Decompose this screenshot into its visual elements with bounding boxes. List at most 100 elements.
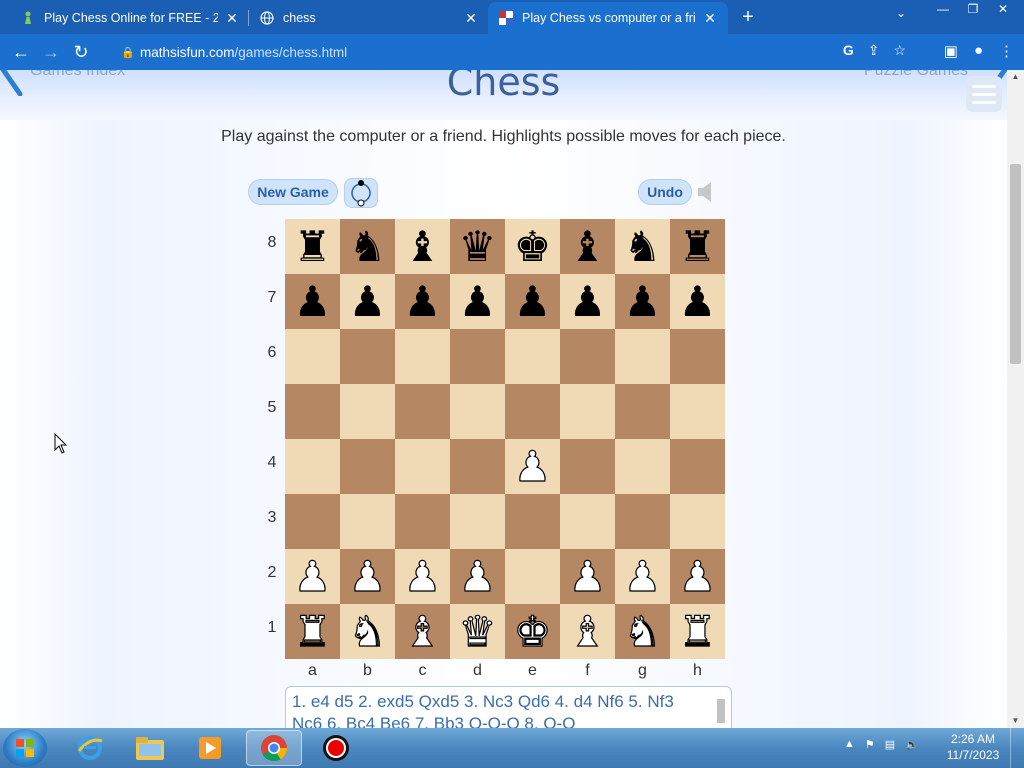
square-h1[interactable]: ♜	[670, 604, 725, 659]
google-icon[interactable]: G	[843, 42, 854, 59]
square-h5[interactable]	[670, 384, 725, 439]
address-bar[interactable]: 🔒 mathsisfun.com/games/chess.html G ⇪ ☆	[110, 39, 916, 65]
show-hidden-icons-icon[interactable]: ▲	[844, 738, 855, 751]
forward-arrow-icon[interactable]: →	[36, 42, 66, 63]
square-b7[interactable]: ♟	[340, 274, 395, 329]
media-player-taskbar-icon[interactable]	[182, 730, 238, 766]
square-a4[interactable]	[285, 439, 340, 494]
scroll-up-arrow-icon[interactable]: ▲	[1007, 70, 1024, 84]
square-g6[interactable]	[615, 329, 670, 384]
square-e2[interactable]	[505, 549, 560, 604]
puzzle-games-link[interactable]: Puzzle Games	[864, 70, 968, 80]
profile-avatar-icon[interactable]: ●	[974, 42, 983, 60]
black-pawn-piece[interactable]: ♟	[514, 280, 552, 323]
bookmark-star-icon[interactable]: ☆	[893, 42, 906, 59]
square-g7[interactable]: ♟	[615, 274, 670, 329]
square-c2[interactable]: ♟	[395, 549, 450, 604]
tab-search-chevron-icon[interactable]: ⌄	[896, 6, 906, 20]
reload-icon[interactable]: ↻	[66, 42, 96, 63]
square-g8[interactable]: ♞	[615, 219, 670, 274]
back-arrow-icon[interactable]: ←	[6, 42, 36, 63]
square-d4[interactable]	[450, 439, 505, 494]
square-d3[interactable]	[450, 494, 505, 549]
tab-play-chess-online[interactable]: Play Chess Online for FREE - 2 Pla ✕	[10, 2, 250, 34]
square-a1[interactable]: ♜	[285, 604, 340, 659]
black-rook-piece[interactable]: ♜	[679, 225, 717, 268]
black-pawn-piece[interactable]: ♟	[569, 280, 607, 323]
start-button[interactable]	[3, 729, 47, 767]
black-bishop-piece[interactable]: ♝	[569, 225, 607, 268]
square-g4[interactable]	[615, 439, 670, 494]
hamburger-menu-icon[interactable]	[966, 76, 1002, 112]
black-pawn-piece[interactable]: ♟	[679, 280, 717, 323]
black-pawn-piece[interactable]: ♟	[624, 280, 662, 323]
black-pawn-piece[interactable]: ♟	[349, 280, 387, 323]
undo-button[interactable]: Undo	[638, 179, 692, 205]
square-f2[interactable]: ♟	[560, 549, 615, 604]
page-scrollbar[interactable]: ▲ ▼	[1007, 70, 1024, 728]
white-pawn-piece[interactable]: ♟	[403, 554, 442, 597]
move-list-scrollbar[interactable]	[713, 689, 729, 728]
square-f1[interactable]: ♝	[560, 604, 615, 659]
square-e4[interactable]: ♟	[505, 439, 560, 494]
new-tab-button[interactable]: +	[738, 4, 758, 30]
white-king-piece[interactable]: ♚	[513, 609, 552, 652]
square-c3[interactable]	[395, 494, 450, 549]
more-menu-icon[interactable]: ⋮	[999, 42, 1014, 60]
square-h3[interactable]	[670, 494, 725, 549]
scroll-down-arrow-icon[interactable]: ▼	[1007, 714, 1024, 728]
white-knight-piece[interactable]: ♞	[348, 609, 387, 652]
chrome-taskbar-icon[interactable]	[246, 730, 302, 766]
white-pawn-piece[interactable]: ♟	[678, 554, 717, 597]
white-bishop-piece[interactable]: ♝	[403, 609, 442, 652]
rotate-board-button[interactable]	[344, 178, 378, 208]
square-g2[interactable]: ♟	[615, 549, 670, 604]
square-h6[interactable]	[670, 329, 725, 384]
close-tab-icon[interactable]: ✕	[702, 10, 718, 27]
square-d7[interactable]: ♟	[450, 274, 505, 329]
square-d8[interactable]: ♛	[450, 219, 505, 274]
square-g1[interactable]: ♞	[615, 604, 670, 659]
square-b6[interactable]	[340, 329, 395, 384]
white-knight-piece[interactable]: ♞	[623, 609, 662, 652]
square-c6[interactable]	[395, 329, 450, 384]
white-bishop-piece[interactable]: ♝	[568, 609, 607, 652]
taskbar-clock[interactable]: 2:26 AM 11/7/2023	[940, 731, 1006, 763]
square-d6[interactable]	[450, 329, 505, 384]
square-e6[interactable]	[505, 329, 560, 384]
move-list[interactable]: 1. e4 d5 2. exd5 Qxd5 3. Nc3 Qd6 4. d4 N…	[285, 686, 732, 728]
square-f6[interactable]	[560, 329, 615, 384]
square-g5[interactable]	[615, 384, 670, 439]
white-pawn-piece[interactable]: ♟	[293, 554, 332, 597]
square-e8[interactable]: ♚	[505, 219, 560, 274]
square-e1[interactable]: ♚	[505, 604, 560, 659]
square-a8[interactable]: ♜	[285, 219, 340, 274]
square-a5[interactable]	[285, 384, 340, 439]
square-h7[interactable]: ♟	[670, 274, 725, 329]
square-e5[interactable]	[505, 384, 560, 439]
speaker-icon[interactable]	[696, 181, 716, 203]
square-c5[interactable]	[395, 384, 450, 439]
lock-icon[interactable]: 🔒	[116, 46, 140, 59]
square-c8[interactable]: ♝	[395, 219, 450, 274]
square-d5[interactable]	[450, 384, 505, 439]
square-a7[interactable]: ♟	[285, 274, 340, 329]
square-h4[interactable]	[670, 439, 725, 494]
square-g3[interactable]	[615, 494, 670, 549]
action-center-flag-icon[interactable]: ⚑	[865, 738, 875, 751]
black-pawn-piece[interactable]: ♟	[459, 280, 497, 323]
square-b5[interactable]	[340, 384, 395, 439]
square-h8[interactable]: ♜	[670, 219, 725, 274]
show-desktop-button[interactable]	[1010, 728, 1024, 768]
square-b4[interactable]	[340, 439, 395, 494]
square-e7[interactable]: ♟	[505, 274, 560, 329]
square-d2[interactable]: ♟	[450, 549, 505, 604]
new-game-button[interactable]: New Game	[248, 179, 338, 205]
square-a2[interactable]: ♟	[285, 549, 340, 604]
minimize-icon[interactable]: —	[928, 0, 958, 20]
network-icon[interactable]: ▤	[885, 738, 895, 751]
black-king-piece[interactable]: ♚	[514, 225, 552, 268]
square-b1[interactable]: ♞	[340, 604, 395, 659]
black-pawn-piece[interactable]: ♟	[404, 280, 442, 323]
share-icon[interactable]: ⇪	[868, 42, 880, 59]
